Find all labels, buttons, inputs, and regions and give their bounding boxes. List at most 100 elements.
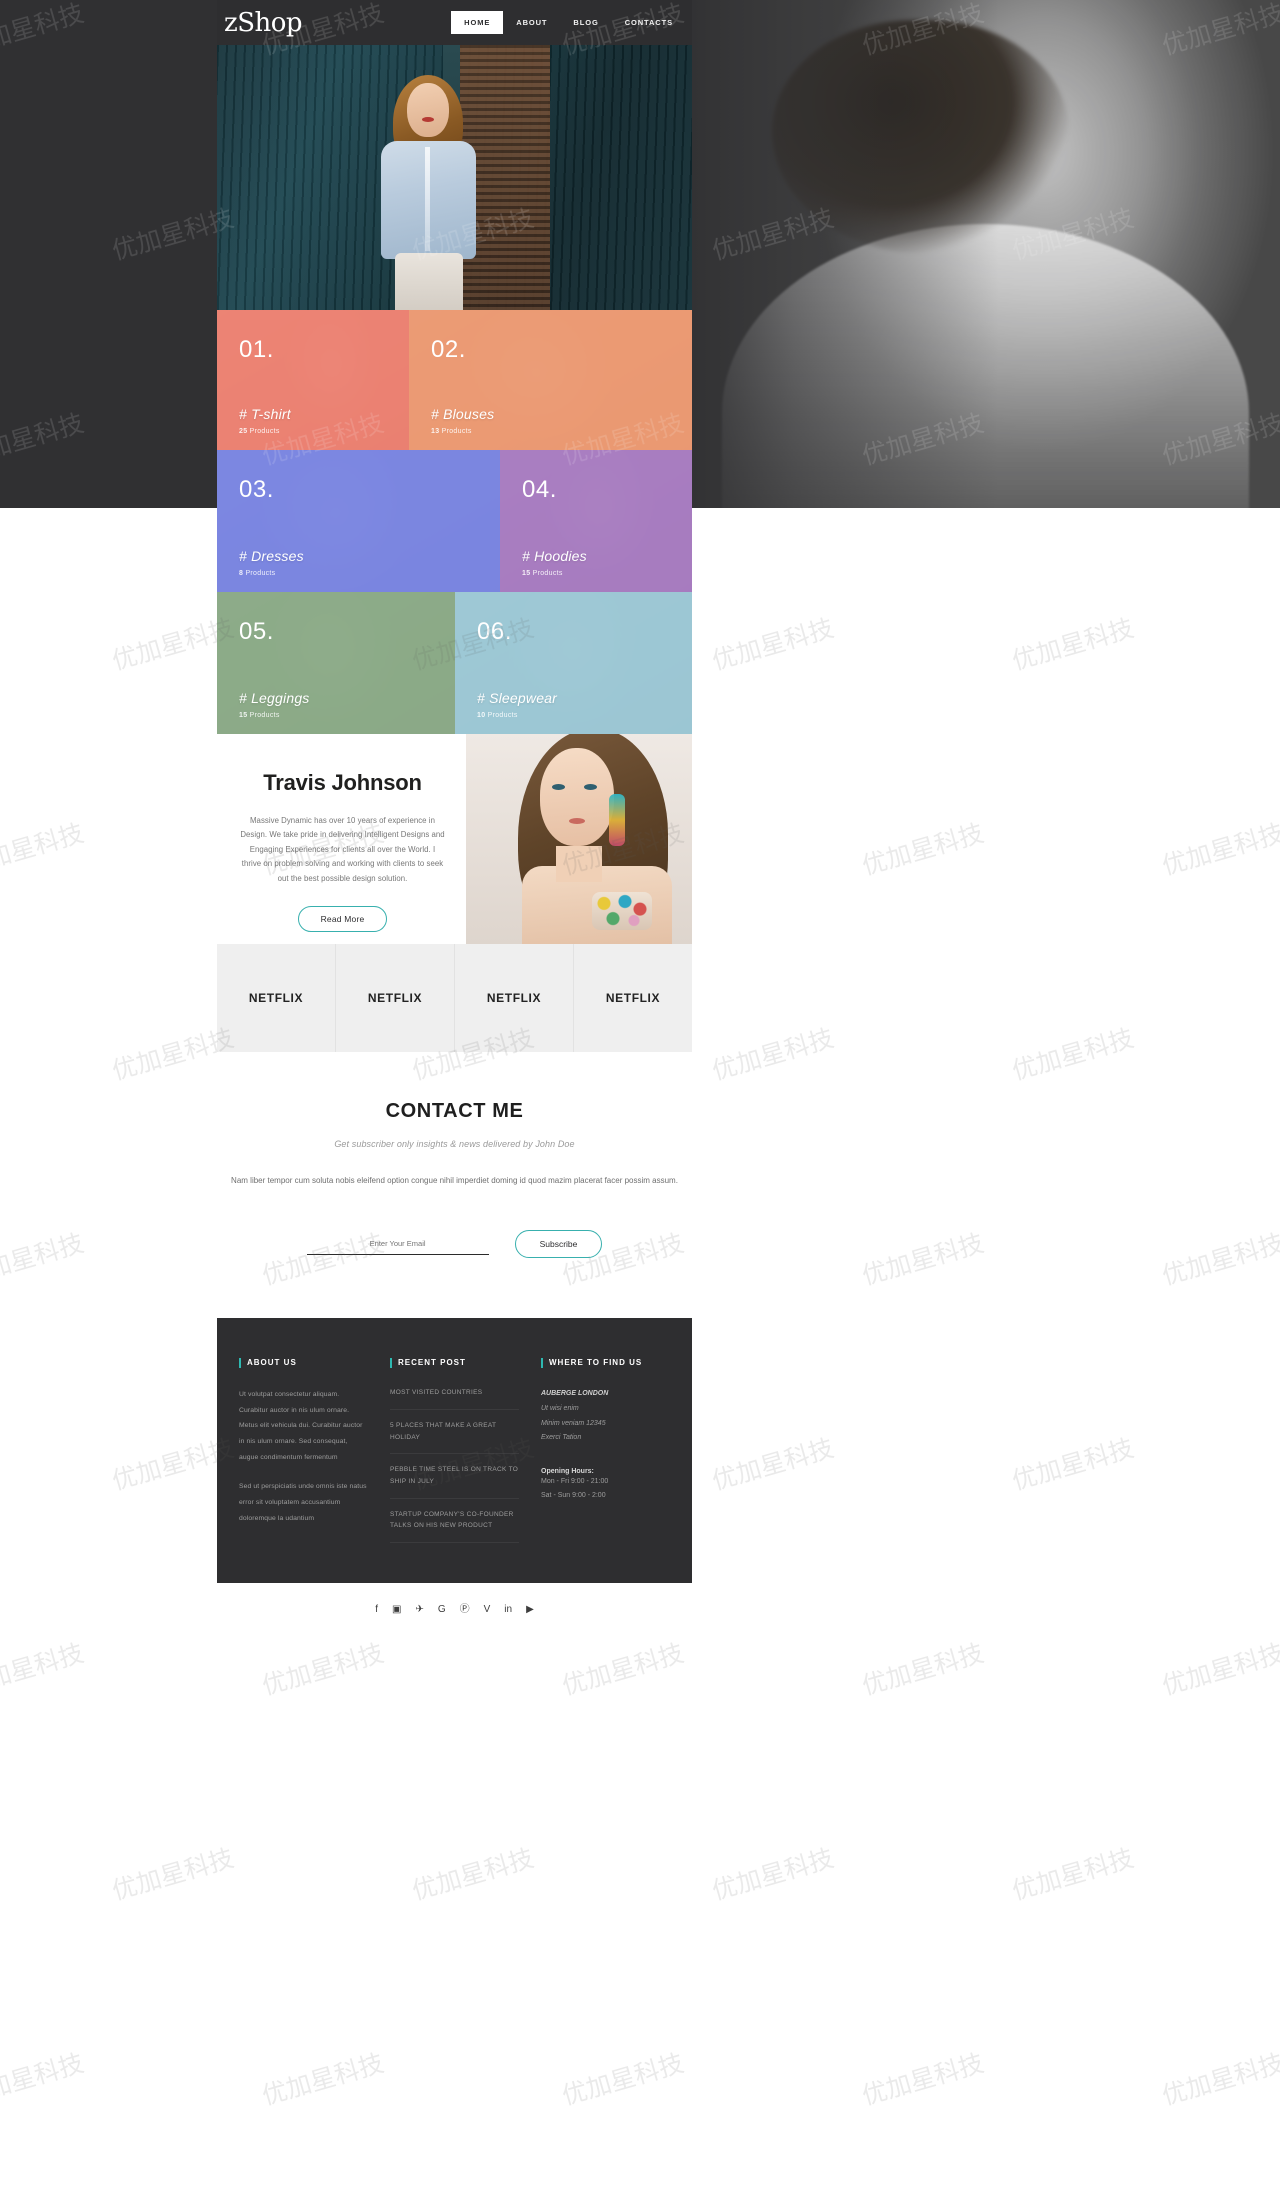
contact-section: CONTACT ME Get subscriber only insights … [217, 1052, 692, 1319]
category-count: 10 Products [477, 712, 518, 719]
category-count-value: 8 [239, 570, 244, 577]
pinterest-icon[interactable]: Ⓟ [460, 1605, 470, 1615]
category-count: 15 Products [522, 570, 563, 577]
category-number: 03. [239, 476, 274, 503]
category-count-value: 25 [239, 428, 248, 435]
category-grid: 01. # T-shirt 25 Products 02. # Blouses … [217, 310, 692, 734]
category-number: 06. [477, 618, 512, 645]
nav-item-home[interactable]: HOME [451, 11, 504, 34]
footer-recent-post[interactable]: 5 PLACES THAT MAKE A GREAT HOLIDAY [390, 1410, 519, 1455]
category-name: # Hoodies [522, 548, 587, 564]
footer-recent-post[interactable]: PEBBLE TIME STEEL IS ON TRACK TO SHIP IN… [390, 1454, 519, 1499]
footer-about-p1: Ut volutpat consectetur aliquam. Curabit… [239, 1391, 363, 1461]
category-count-label: Products [441, 428, 472, 435]
category-tile-blouses[interactable]: 02. # Blouses 13 Products [409, 310, 692, 450]
category-count-value: 15 [522, 570, 531, 577]
category-count: 13 Products [431, 428, 472, 435]
watermark-text: 优加星科技 [1158, 818, 1280, 881]
category-tile-dresses[interactable]: 03. # Dresses 8 Products [217, 450, 500, 592]
contact-body-text: Nam liber tempor cum soluta nobis eleife… [231, 1176, 678, 1185]
category-count-value: 13 [431, 428, 440, 435]
category-count: 25 Products [239, 428, 280, 435]
portrait-lips [569, 818, 585, 824]
category-name: # T-shirt [239, 406, 291, 422]
portrait-eye-left [552, 784, 565, 790]
google-plus-icon[interactable]: G [438, 1605, 446, 1615]
subscribe-button[interactable]: Subscribe [514, 1230, 603, 1259]
category-count-value: 15 [239, 712, 248, 719]
category-number: 02. [431, 336, 466, 363]
site-footer: ABOUT US Ut volutpat consectetur aliquam… [217, 1318, 692, 1583]
category-number: 01. [239, 336, 274, 363]
category-tile-tshirt[interactable]: 01. # T-shirt 25 Products [217, 310, 409, 450]
about-title: Travis Johnson [263, 770, 422, 795]
category-count-label: Products [249, 428, 280, 435]
about-text-block: Travis Johnson Massive Dynamic has over … [217, 734, 466, 944]
watermark-text: 优加星科技 [708, 1433, 838, 1496]
portrait-neck [556, 846, 602, 882]
footer-column-about: ABOUT US Ut volutpat consectetur aliquam… [239, 1358, 368, 1543]
footer-address-line-2: Minim veniam 12345 [541, 1419, 606, 1427]
footer-address: AUBERGE LONDON Ut wisi enim Minim veniam… [541, 1387, 670, 1446]
category-count-label: Products [532, 570, 563, 577]
watermark-text: 优加星科技 [558, 2048, 688, 2111]
category-name: # Blouses [431, 406, 495, 422]
portrait-bracelet [592, 892, 652, 930]
brand-logo-netflix-1[interactable]: NETFLIX [217, 944, 336, 1052]
watermark-text: 优加星科技 [1158, 1638, 1280, 1701]
category-number: 04. [522, 476, 557, 503]
twitter-icon[interactable]: ✈ [415, 1605, 423, 1615]
nav-item-blog[interactable]: BLOG [560, 11, 611, 34]
category-name: # Dresses [239, 548, 304, 564]
footer-column-find-us: WHERE TO FIND US AUBERGE LONDON Ut wisi … [541, 1358, 670, 1543]
nav-item-about[interactable]: ABOUT [503, 11, 560, 34]
watermark-text: 优加星科技 [0, 1228, 88, 1291]
category-count: 15 Products [239, 712, 280, 719]
footer-column-recent: RECENT POST MOST VISITED COUNTRIES 5 PLA… [390, 1358, 519, 1543]
footer-hours-weekday: Mon - Fri 9:00 - 21:00 [541, 1477, 609, 1485]
category-tile-sleepwear[interactable]: 06. # Sleepwear 10 Products [455, 592, 692, 734]
brand-logo-netflix-2[interactable]: NETFLIX [336, 944, 455, 1052]
portrait-eye-right [584, 784, 597, 790]
nav-item-contacts[interactable]: CONTACTS [612, 11, 686, 34]
watermark-text: 优加星科技 [1008, 1433, 1138, 1496]
watermark-text: 优加星科技 [858, 1638, 988, 1701]
footer-hours-weekend: Sat - Sun 9:00 - 2:00 [541, 1491, 606, 1499]
watermark-text: 优加星科技 [858, 2048, 988, 2111]
hero-model-photo [367, 57, 487, 310]
category-tile-hoodies[interactable]: 04. # Hoodies 15 Products [500, 450, 692, 592]
site-logo[interactable]: zShop [222, 8, 303, 38]
watermark-text: 优加星科技 [708, 1843, 838, 1906]
email-input[interactable] [306, 1233, 489, 1255]
watermark-text: 优加星科技 [408, 1843, 538, 1906]
youtube-icon[interactable]: ▶ [526, 1605, 534, 1615]
brand-logo-netflix-3[interactable]: NETFLIX [455, 944, 574, 1052]
category-number: 05. [239, 618, 274, 645]
footer-recent-title: RECENT POST [390, 1358, 519, 1369]
footer-recent-post[interactable]: MOST VISITED COUNTRIES [390, 1387, 519, 1410]
footer-recent-post[interactable]: STARTUP COMPANY'S CO-FOUNDER TALKS ON HI… [390, 1499, 519, 1543]
watermark-text: 优加星科技 [258, 1638, 388, 1701]
vimeo-icon[interactable]: V [484, 1605, 491, 1615]
category-count-label: Products [487, 712, 518, 719]
watermark-text: 优加星科技 [0, 1638, 88, 1701]
category-tile-leggings[interactable]: 05. # Leggings 15 Products [217, 592, 455, 734]
about-portrait-photo [466, 734, 692, 944]
instagram-icon[interactable]: ▣ [392, 1605, 401, 1615]
brand-logo-netflix-4[interactable]: NETFLIX [574, 944, 692, 1052]
subscribe-form: Subscribe [217, 1230, 692, 1259]
footer-address-line-3: Exerci Tation [541, 1434, 582, 1442]
hero-model-face [407, 83, 449, 137]
watermark-text: 优加星科技 [108, 1843, 238, 1906]
category-count-label: Products [249, 712, 280, 719]
watermark-text: 优加星科技 [258, 2048, 388, 2111]
hero-model-jacket [381, 141, 476, 259]
read-more-button[interactable]: Read More [297, 906, 388, 933]
category-count-value: 10 [477, 712, 486, 719]
facebook-icon[interactable]: f [375, 1605, 378, 1615]
linkedin-icon[interactable]: in [504, 1605, 512, 1615]
watermark-text: 优加星科技 [0, 818, 88, 881]
watermark-text: 优加星科技 [1158, 1228, 1280, 1291]
footer-about-p2: Sed ut perspiciatis unde omnis iste natu… [239, 1483, 367, 1522]
contact-subtitle: Get subscriber only insights & news deli… [334, 1139, 575, 1149]
